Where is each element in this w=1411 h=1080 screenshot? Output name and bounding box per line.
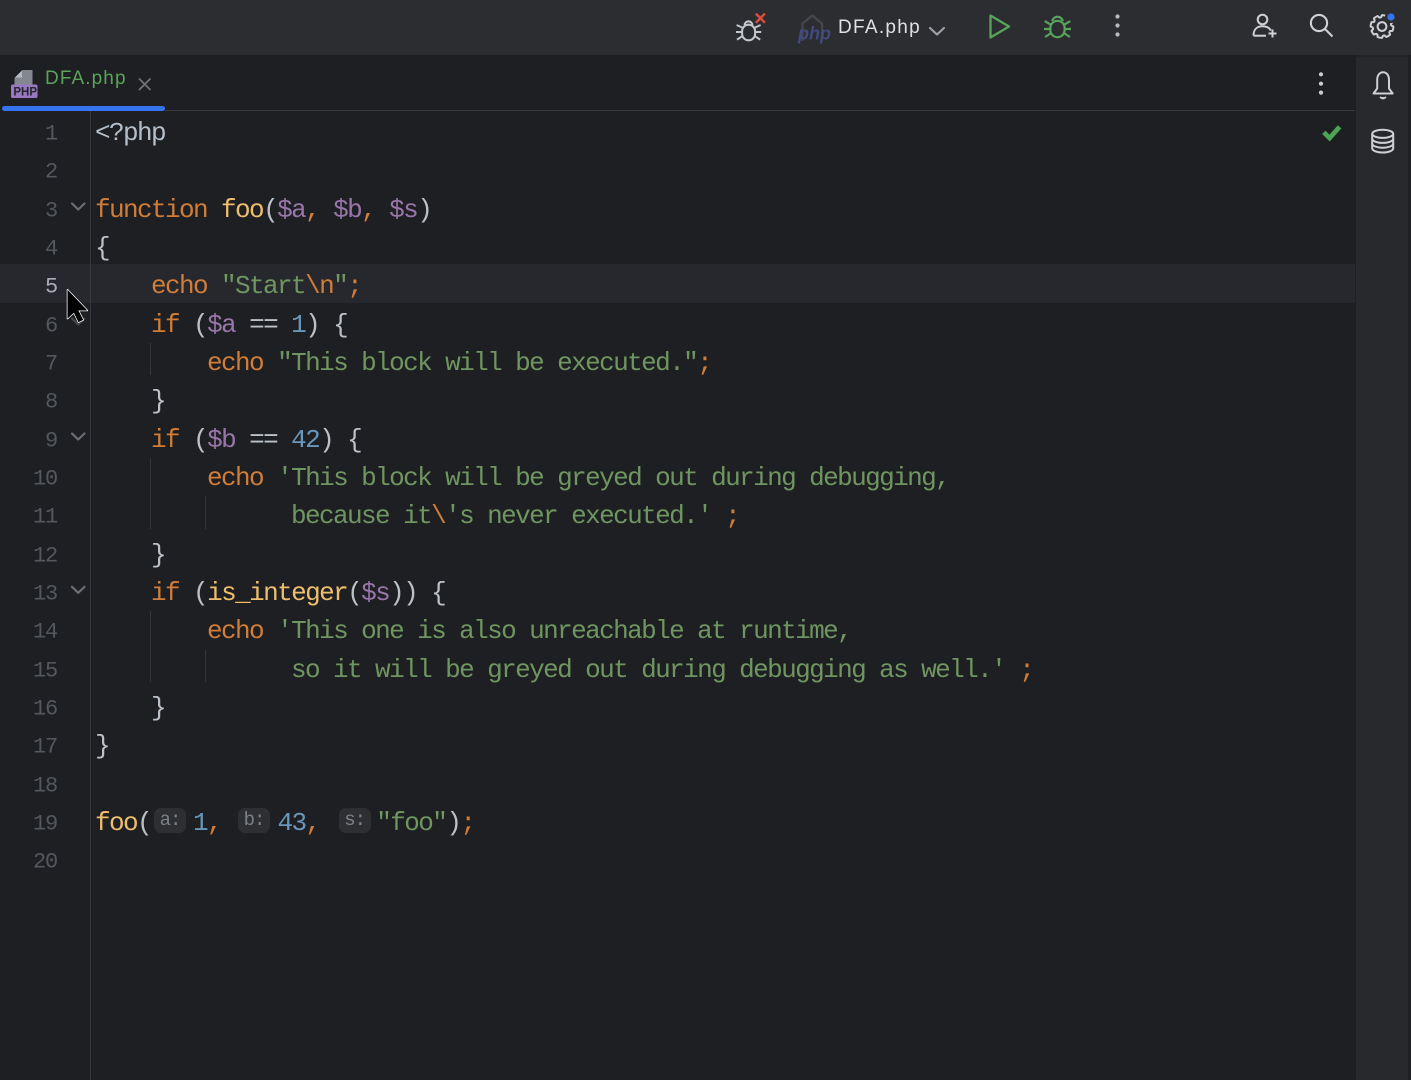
svg-text:php: php <box>797 24 831 44</box>
svg-text:PHP: PHP <box>13 86 37 98</box>
